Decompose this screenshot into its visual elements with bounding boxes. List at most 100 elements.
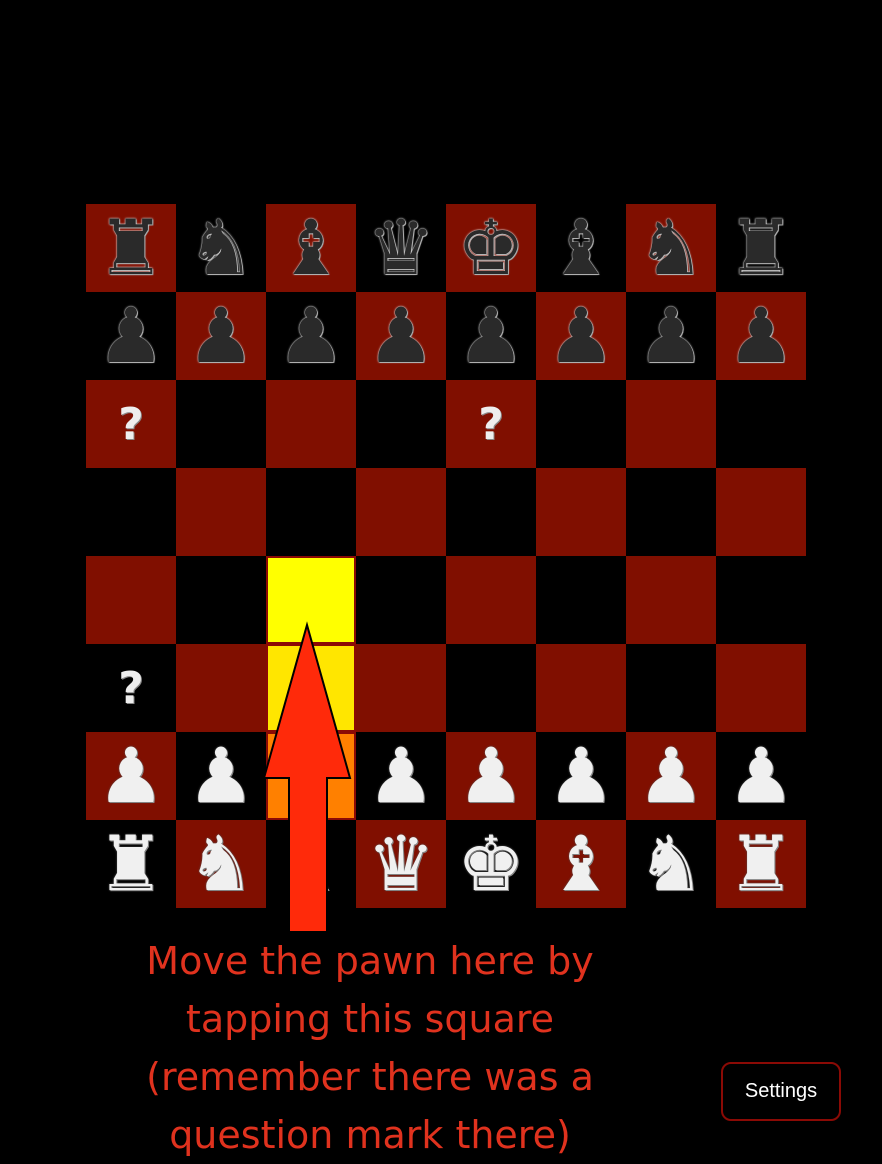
- black-rook-icon[interactable]: ♜: [716, 204, 806, 292]
- black-rook-icon[interactable]: ♜: [86, 204, 176, 292]
- square-e5[interactable]: [446, 468, 536, 556]
- square-f8[interactable]: ♝: [536, 204, 626, 292]
- square-c1[interactable]: ♝: [266, 820, 356, 908]
- black-pawn-icon[interactable]: ♟: [86, 292, 176, 380]
- white-rook-icon[interactable]: ♜: [716, 820, 806, 908]
- question-mark-icon: ?: [118, 662, 144, 714]
- square-h3[interactable]: [716, 644, 806, 732]
- square-f1[interactable]: ♝: [536, 820, 626, 908]
- white-pawn-icon[interactable]: ♟: [626, 732, 716, 820]
- square-h5[interactable]: [716, 468, 806, 556]
- square-g2[interactable]: ♟: [626, 732, 716, 820]
- square-g6[interactable]: [626, 380, 716, 468]
- question-mark-icon: ?: [118, 398, 144, 450]
- square-b8[interactable]: ♞: [176, 204, 266, 292]
- white-pawn-icon[interactable]: ♟: [446, 732, 536, 820]
- square-e6[interactable]: ?: [446, 380, 536, 468]
- square-c5[interactable]: [266, 468, 356, 556]
- square-f5[interactable]: [536, 468, 626, 556]
- settings-button[interactable]: Settings: [721, 1062, 841, 1121]
- square-d4[interactable]: [356, 556, 446, 644]
- square-h2[interactable]: ♟: [716, 732, 806, 820]
- black-knight-icon[interactable]: ♞: [176, 204, 266, 292]
- black-pawn-icon[interactable]: ♟: [536, 292, 626, 380]
- black-queen-icon[interactable]: ♛: [356, 204, 446, 292]
- black-pawn-icon[interactable]: ♟: [356, 292, 446, 380]
- square-d5[interactable]: [356, 468, 446, 556]
- square-e8[interactable]: ♚: [446, 204, 536, 292]
- square-f6[interactable]: [536, 380, 626, 468]
- square-a6[interactable]: ?: [86, 380, 176, 468]
- square-e2[interactable]: ♟: [446, 732, 536, 820]
- square-d7[interactable]: ♟: [356, 292, 446, 380]
- black-pawn-icon[interactable]: ♟: [446, 292, 536, 380]
- square-h7[interactable]: ♟: [716, 292, 806, 380]
- white-knight-icon[interactable]: ♞: [176, 820, 266, 908]
- square-a7[interactable]: ♟: [86, 292, 176, 380]
- square-f3[interactable]: [536, 644, 626, 732]
- black-king-icon[interactable]: ♚: [446, 204, 536, 292]
- white-pawn-icon[interactable]: ♟: [716, 732, 806, 820]
- square-g4[interactable]: [626, 556, 716, 644]
- black-bishop-icon[interactable]: ♝: [266, 204, 356, 292]
- black-bishop-icon[interactable]: ♝: [536, 204, 626, 292]
- square-h4[interactable]: [716, 556, 806, 644]
- square-a3[interactable]: ?: [86, 644, 176, 732]
- square-a2[interactable]: ♟: [86, 732, 176, 820]
- black-pawn-icon[interactable]: ♟: [716, 292, 806, 380]
- square-b5[interactable]: [176, 468, 266, 556]
- square-h8[interactable]: ♜: [716, 204, 806, 292]
- black-pawn-icon[interactable]: ♟: [626, 292, 716, 380]
- square-b6[interactable]: [176, 380, 266, 468]
- white-pawn-icon[interactable]: ♟: [356, 732, 446, 820]
- square-d3[interactable]: [356, 644, 446, 732]
- square-c2[interactable]: [266, 732, 356, 820]
- white-pawn-icon[interactable]: ♟: [176, 732, 266, 820]
- square-e1[interactable]: ♚: [446, 820, 536, 908]
- black-pawn-icon[interactable]: ♟: [176, 292, 266, 380]
- square-d6[interactable]: [356, 380, 446, 468]
- square-b2[interactable]: ♟: [176, 732, 266, 820]
- square-a5[interactable]: [86, 468, 176, 556]
- square-g8[interactable]: ♞: [626, 204, 716, 292]
- square-f2[interactable]: ♟: [536, 732, 626, 820]
- square-c6[interactable]: [266, 380, 356, 468]
- square-a8[interactable]: ♜: [86, 204, 176, 292]
- square-c3[interactable]: [266, 644, 356, 732]
- square-d8[interactable]: ♛: [356, 204, 446, 292]
- square-c8[interactable]: ♝: [266, 204, 356, 292]
- white-queen-icon[interactable]: ♛: [356, 820, 446, 908]
- square-g5[interactable]: [626, 468, 716, 556]
- white-pawn-icon[interactable]: ♟: [86, 732, 176, 820]
- white-king-icon[interactable]: ♚: [446, 820, 536, 908]
- square-f4[interactable]: [536, 556, 626, 644]
- white-rook-icon[interactable]: ♜: [86, 820, 176, 908]
- square-b1[interactable]: ♞: [176, 820, 266, 908]
- black-knight-icon[interactable]: ♞: [626, 204, 716, 292]
- square-d1[interactable]: ♛: [356, 820, 446, 908]
- chess-board: ♜ ♞ ♝ ♛ ♚ ♝ ♞ ♜ ♟ ♟ ♟ ♟ ♟ ♟ ♟ ♟??? ♟ ♟ ♟ ♟ ♟ ♟ ♟ ♜ ♞ ♝ ♛ ♚ ♝ ♞ ♜: [86, 204, 806, 908]
- black-pawn-icon[interactable]: ♟: [266, 292, 356, 380]
- white-knight-icon[interactable]: ♞: [626, 820, 716, 908]
- square-c7[interactable]: ♟: [266, 292, 356, 380]
- square-e7[interactable]: ♟: [446, 292, 536, 380]
- square-g1[interactable]: ♞: [626, 820, 716, 908]
- square-h1[interactable]: ♜: [716, 820, 806, 908]
- white-pawn-icon[interactable]: ♟: [536, 732, 626, 820]
- square-h6[interactable]: [716, 380, 806, 468]
- white-bishop-icon[interactable]: ♝: [536, 820, 626, 908]
- square-d2[interactable]: ♟: [356, 732, 446, 820]
- square-c4[interactable]: [266, 556, 356, 644]
- square-e4[interactable]: [446, 556, 536, 644]
- square-b3[interactable]: [176, 644, 266, 732]
- square-g7[interactable]: ♟: [626, 292, 716, 380]
- square-b7[interactable]: ♟: [176, 292, 266, 380]
- square-a1[interactable]: ♜: [86, 820, 176, 908]
- square-f7[interactable]: ♟: [536, 292, 626, 380]
- white-bishop-icon[interactable]: ♝: [266, 820, 356, 908]
- square-g3[interactable]: [626, 644, 716, 732]
- square-a4[interactable]: [86, 556, 176, 644]
- square-e3[interactable]: [446, 644, 536, 732]
- hint-text: Move the pawn here by tapping this squar…: [146, 939, 594, 1157]
- square-b4[interactable]: [176, 556, 266, 644]
